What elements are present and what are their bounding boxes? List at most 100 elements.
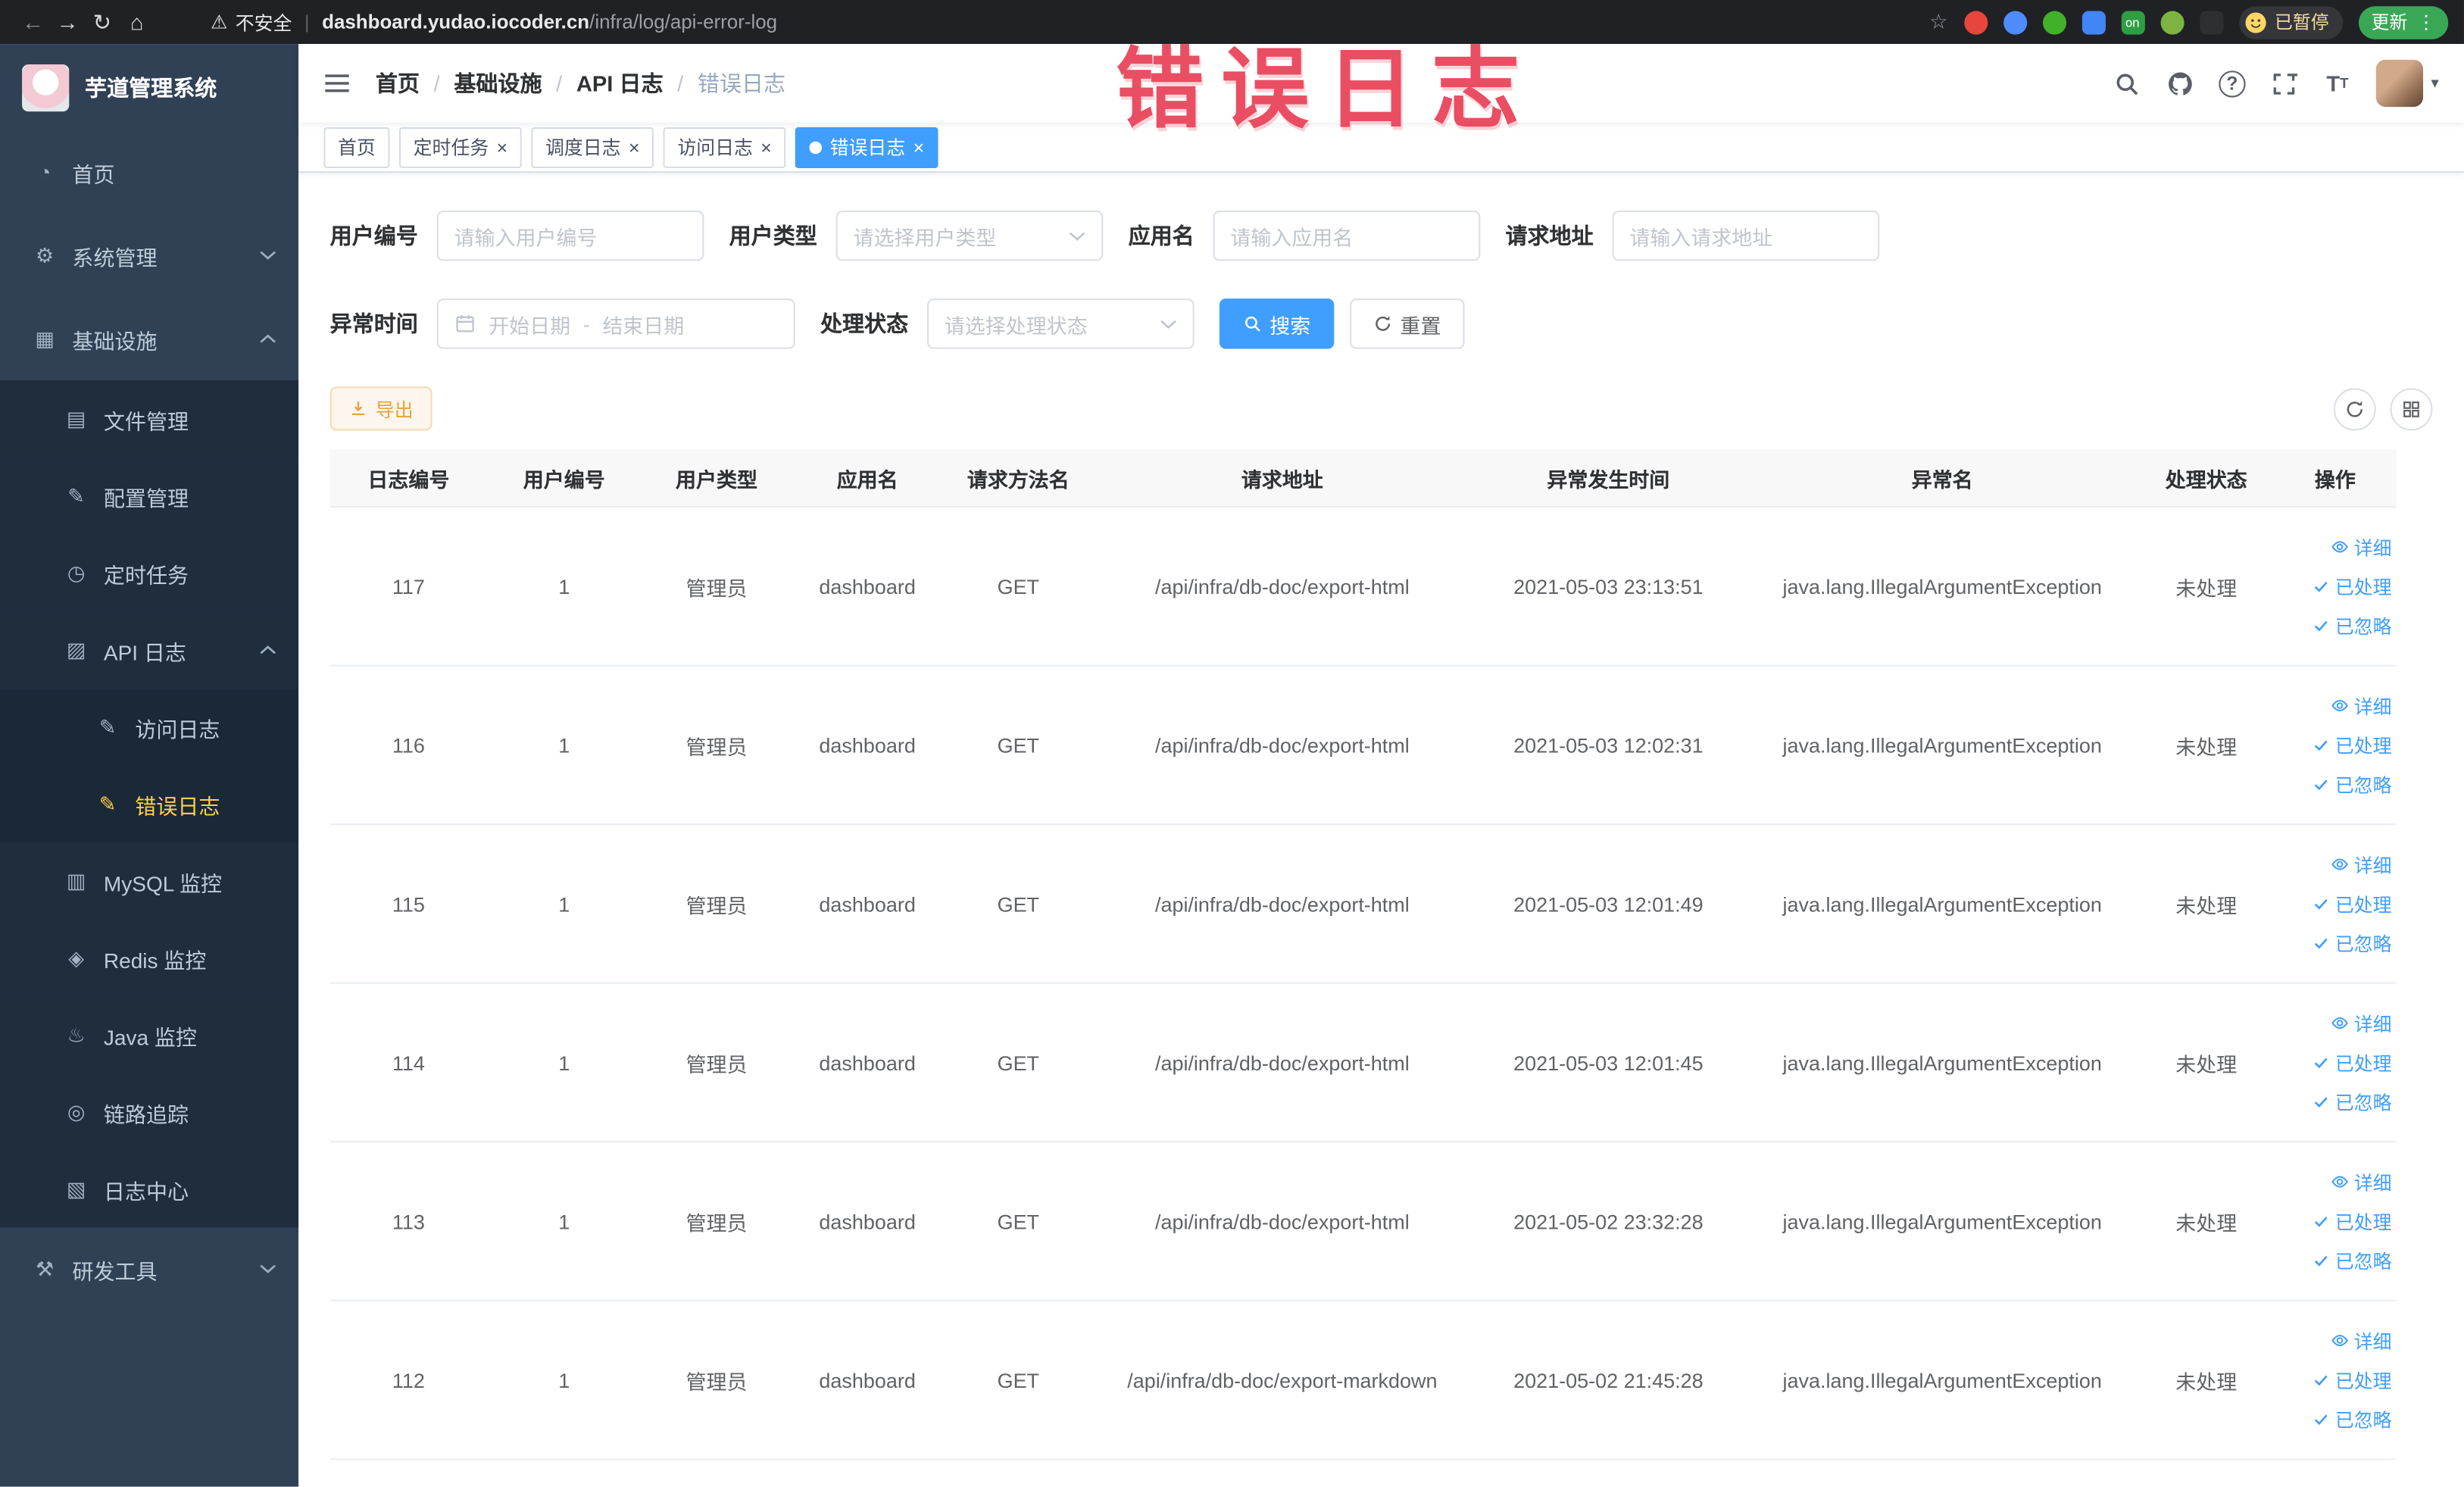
green-circle-extension-icon[interactable] [2041,10,2066,34]
help-icon[interactable]: ? [2219,70,2246,97]
tab-0[interactable]: 首页 [323,127,390,167]
grid-icon [2403,401,2419,417]
action-detail-link[interactable]: 详细 [2331,1168,2392,1195]
fullscreen-icon[interactable] [2269,68,2299,98]
action-ignore-link[interactable]: 已忽略 [2312,929,2392,956]
action-detail-link[interactable]: 详细 [2331,533,2392,560]
avatar [2375,59,2423,108]
cell-method: GET [997,733,1040,757]
action-ignore-link[interactable]: 已忽略 [2312,1247,2392,1273]
action-processed-link[interactable]: 已处理 [2312,573,2392,599]
action-detail-link[interactable]: 详细 [2331,1327,2392,1354]
sidebar-item-error-log[interactable]: ✎ 错误日志 [0,765,299,842]
cell-actions: 详细已处理已忽略 [2274,533,2397,639]
user-type-select[interactable]: 请选择用户类型 [835,210,1104,261]
action-processed-link[interactable]: 已处理 [2312,1367,2392,1393]
action-ignore-link[interactable]: 已忽略 [2312,612,2392,639]
sidebar-item-mysql[interactable]: ▥ MySQL 监控 [0,842,299,920]
sidebar-item-config[interactable]: ✎ 配置管理 [0,457,299,535]
github-icon[interactable] [2166,68,2195,98]
table-toolbar: 导出 [329,386,2433,431]
sidebar-item-log-center[interactable]: ▧ 日志中心 [0,1150,299,1228]
column-header-5: 请求地址 [1241,467,1323,492]
close-icon[interactable]: × [497,138,508,157]
cell-log-id: 112 [392,1367,425,1392]
process-status-select[interactable]: 请选择处理状态 [927,298,1195,349]
chevron-down-icon [259,1264,276,1275]
app-name-input[interactable]: 请输入应用名 [1213,210,1481,261]
tab-4[interactable]: 错误日志 × [795,127,938,167]
close-icon[interactable]: × [629,138,640,157]
action-ignore-link[interactable]: 已忽略 [2312,1406,2392,1432]
reset-button[interactable]: 重置 [1350,298,1465,349]
address-bar[interactable]: dashboard.yudao.iocoder.cn/infra/log/api… [322,11,777,33]
refresh-table-button[interactable] [2333,387,2376,430]
search-icon[interactable] [2112,68,2141,98]
sidebar-item-system[interactable]: ⚙ 系统管理 [0,214,298,297]
hamburger-icon[interactable] [323,72,350,94]
tab-3[interactable]: 访问日志 × [663,127,786,167]
profile-paused-chip[interactable]: 已暂停 [2238,5,2344,39]
cell-method: GET [997,892,1040,916]
action-ignore-link[interactable]: 已忽略 [2312,771,2392,798]
export-button[interactable]: 导出 [329,386,433,431]
action-detail-link[interactable]: 详细 [2331,851,2392,877]
action-label: 已处理 [2334,576,2392,598]
date-range-picker[interactable]: 开始日期 - 结束日期 [436,298,795,349]
sidebar-item-infra[interactable]: ▦ 基础设施 [0,297,298,380]
kebab-menu-icon[interactable]: ⋮ [2417,11,2436,33]
user-menu[interactable]: ▾ [2375,59,2439,108]
tab-label: 定时任务 [413,136,489,159]
request-url-input[interactable]: 请输入请求地址 [1612,210,1880,261]
sidebar-item-job[interactable]: ◷ 定时任务 [0,534,299,612]
user-id-input[interactable]: 请输入用户编号 [436,210,704,261]
cell-request-url: /api/infra/db-doc/export-markdown [1127,1367,1438,1392]
sidebar-item-java[interactable]: ♨ Java 监控 [0,996,299,1073]
sidebar-logo[interactable]: 芋道管理系统 [0,44,298,130]
action-ignore-link[interactable]: 已忽略 [2312,1089,2392,1115]
leaf-extension-icon[interactable] [2160,10,2184,34]
bookmark-star-icon[interactable]: ☆ [1929,9,1947,34]
action-processed-link[interactable]: 已处理 [2312,1207,2392,1234]
home-icon[interactable]: ⌂ [120,9,155,34]
action-detail-link[interactable]: 详细 [2331,692,2392,719]
site-security[interactable]: ⚠ 不安全 [211,8,292,35]
tab-1[interactable]: 定时任务 × [398,127,522,167]
sidebar-item-dev-tools[interactable]: ⚒ 研发工具 [0,1227,298,1310]
sidebar-item-file[interactable]: ▤ 文件管理 [0,380,299,458]
back-icon[interactable]: ← [16,9,51,34]
blue-grid-extension-icon[interactable] [2081,10,2105,34]
security-label: 不安全 [235,11,292,34]
red-circle-extension-icon[interactable] [1963,10,1988,34]
font-size-icon[interactable]: TT [2322,68,2352,98]
action-detail-link[interactable]: 详细 [2331,1010,2392,1036]
on-badge-extension-icon[interactable]: on [2120,10,2144,34]
tab-2[interactable]: 调度日志 × [531,127,654,167]
column-header-9: 操作 [2314,467,2356,492]
action-processed-link[interactable]: 已处理 [2312,890,2392,917]
chevron-up-icon [259,333,276,345]
dark-paw-extension-icon[interactable] [2199,10,2223,34]
action-processed-link[interactable]: 已处理 [2312,1049,2392,1076]
sidebar-item-redis[interactable]: ◈ Redis 监控 [0,919,299,997]
breadcrumb-item-3[interactable]: 错误日志 [698,67,785,98]
blue-dot-extension-icon[interactable] [2003,10,2027,34]
paused-label: 已暂停 [2274,14,2329,33]
sidebar-item-trace[interactable]: ◎ 链路追踪 [0,1073,299,1151]
action-processed-link[interactable]: 已处理 [2312,732,2392,758]
breadcrumb-item-2[interactable]: API 日志 [576,67,664,98]
filter-exception-time: 异常时间 开始日期 - 结束日期 [330,298,795,349]
breadcrumb-item-1[interactable]: 基础设施 [454,67,542,98]
breadcrumb-item-0[interactable]: 首页 [376,67,420,98]
search-button[interactable]: 搜索 [1219,298,1335,349]
close-icon[interactable]: × [913,138,925,157]
close-icon[interactable]: × [760,138,772,157]
forward-icon[interactable]: → [50,9,85,34]
sidebar-item-home[interactable]: ◔ 首页 [0,130,298,214]
column-settings-button[interactable] [2390,387,2433,430]
action-label: 已忽略 [2334,1091,2392,1114]
sidebar-item-api-log[interactable]: ▨ API 日志 [0,611,299,689]
sidebar-item-access-log[interactable]: ✎ 访问日志 [0,688,299,766]
chrome-update-button[interactable]: 更新 ⋮ [2358,5,2449,39]
reload-icon[interactable]: ↻ [85,8,120,35]
